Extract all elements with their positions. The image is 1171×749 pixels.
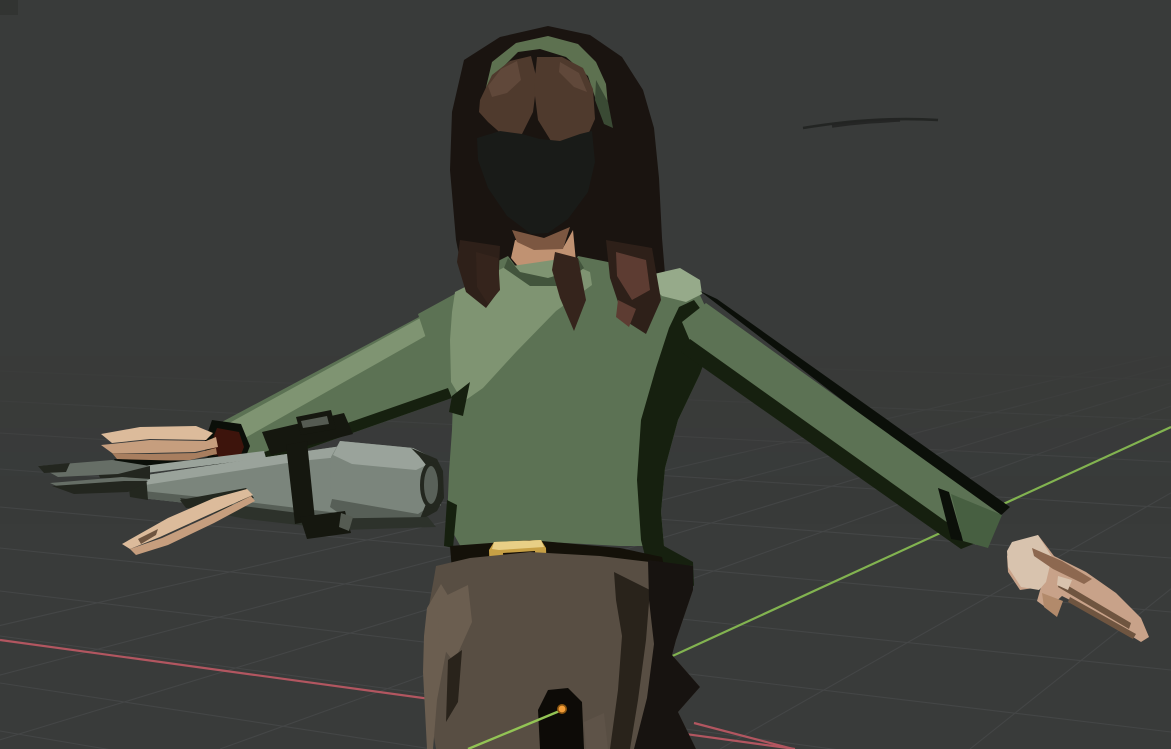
corner-shade [0,0,18,15]
viewport-canvas[interactable] [0,0,1171,749]
crotch-shadow [538,688,584,749]
end-cap-face [422,464,440,506]
origin-point-indicator [558,705,566,713]
3d-viewport[interactable] [0,0,1171,749]
pants [423,552,700,749]
